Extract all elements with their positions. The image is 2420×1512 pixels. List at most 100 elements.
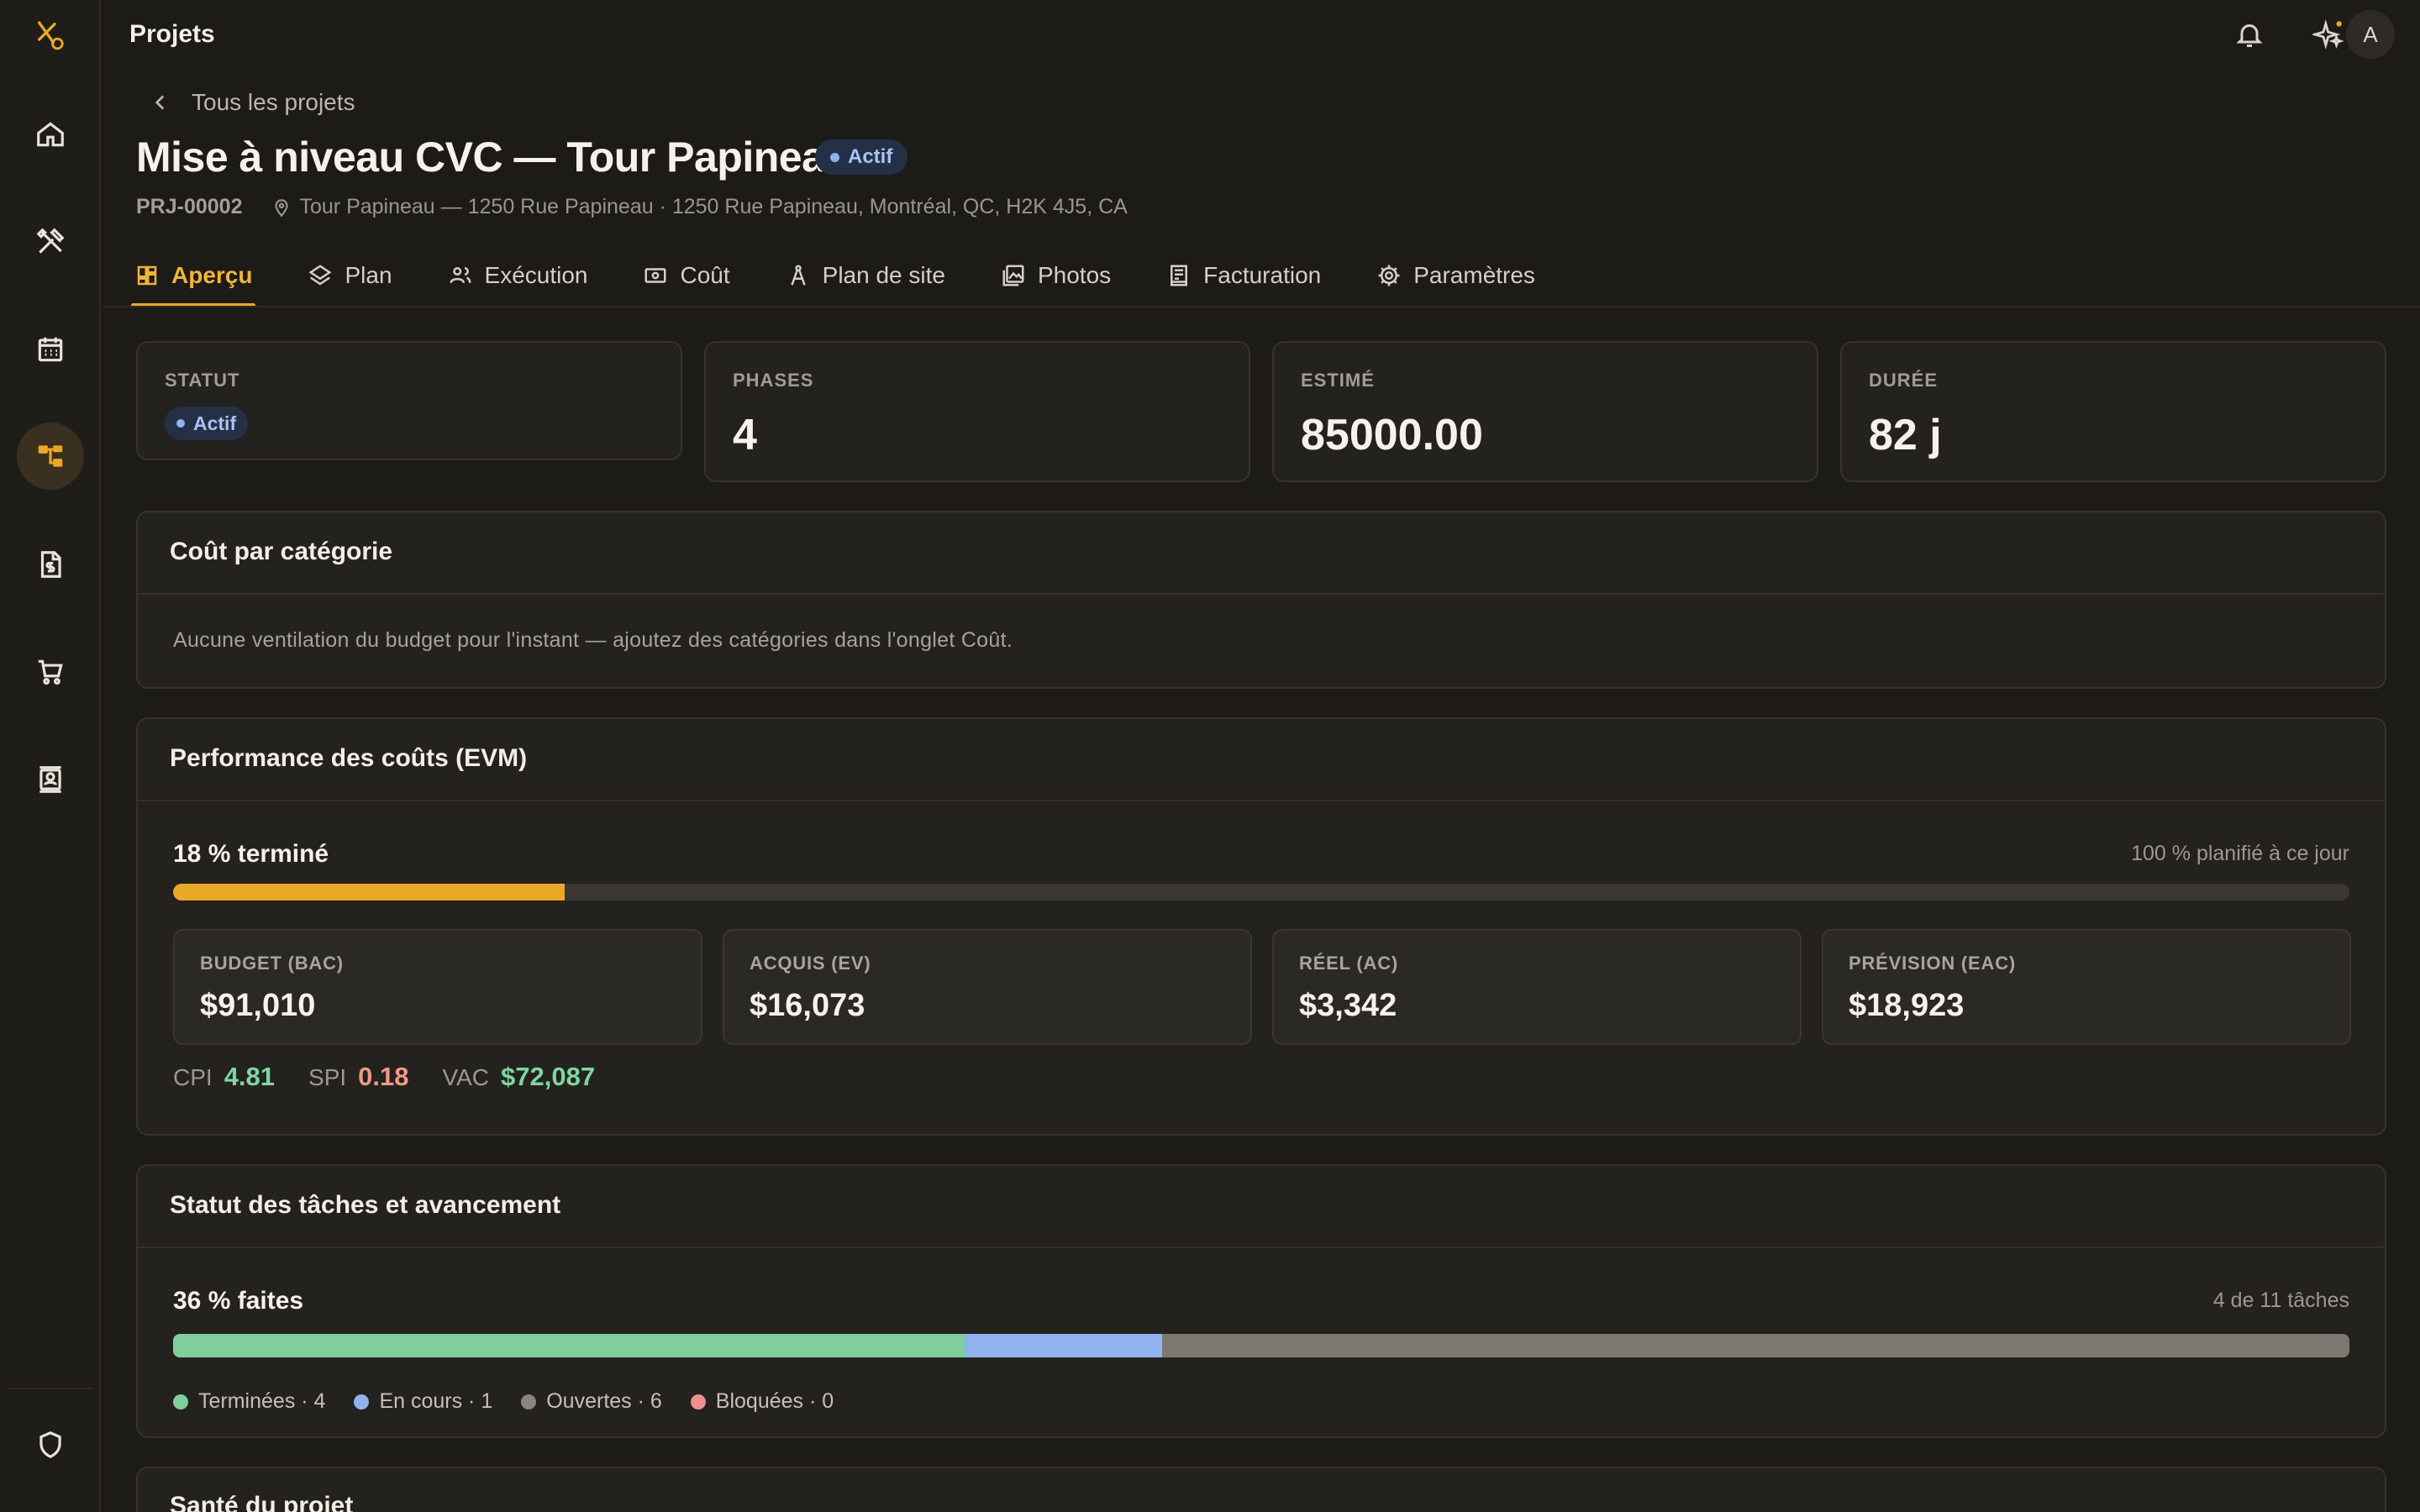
evm-prevision-card: PRÉVISION (EAC) $18,923 [1822,929,2351,1045]
evm-metric-label: ACQUIS (EV) [750,953,871,974]
app-logo-icon[interactable] [30,15,71,55]
tab-plan[interactable]: Plan [304,244,395,307]
tab-apercu[interactable]: Aperçu [131,244,256,307]
section-title: Statut des tâches et avancement [170,1191,561,1219]
tasks-progress-label: 36 % faites [173,1287,304,1315]
sidebar [0,0,101,1512]
empty-state-text: Aucune ventilation du budget pour l'inst… [173,628,1013,652]
user-avatar[interactable]: A [2346,10,2395,59]
tasks-count-label: 4 de 11 tâches [2212,1289,2349,1312]
notifications-button[interactable] [2228,13,2270,55]
task-status-card: Statut des tâches et avancement 36 % fai… [136,1164,2386,1438]
evm-budget-card: BUDGET (BAC) $91,010 [173,929,702,1045]
evm-metric-value: $91,010 [200,988,316,1023]
sidebar-item-contacts[interactable] [17,746,84,813]
kpi-cpi: CPI 4.81 [173,1062,275,1092]
evm-metric-label: BUDGET (BAC) [200,953,344,974]
tab-plan-de-site[interactable]: Plan de site [782,244,949,307]
photos-icon [1002,265,1024,286]
project-location: Tour Papineau — 1250 Rue Papineau · 1250… [299,195,1128,218]
kpi-value: 0.18 [358,1062,409,1091]
tab-facturation[interactable]: Facturation [1163,244,1324,307]
sidebar-item-purchases[interactable] [17,638,84,706]
shield-icon [39,1431,61,1459]
tab-photos[interactable]: Photos [997,244,1114,307]
status-dot [830,152,839,162]
stat-card-statut: STATUT Actif [136,341,682,460]
evm-card: Performance des coûts (EVM) 18 % terminé… [136,717,2386,1136]
section-title: Santé du projet [170,1492,354,1512]
stat-value: 82 j [1869,411,1942,459]
kpi-vac: VAC $72,087 [443,1062,596,1092]
invoice-dollar-icon [40,551,61,578]
cart-icon [38,659,63,685]
section-title: Coût par catégorie [170,538,393,565]
tab-label: Plan [345,262,392,288]
stat-value: 4 [733,411,757,459]
compass-icon [790,265,806,286]
project-tabs: Aperçu Plan Exécution Coût Plan de site … [131,244,1587,307]
sidebar-item-home[interactable] [17,101,84,168]
app-title: Projets [129,20,215,48]
tools-icon [36,228,65,254]
cost-category-card: Coût par catégorie Aucune ventilation du… [136,511,2386,689]
sidebar-item-calendar[interactable] [17,316,84,383]
sidebar-item-projects[interactable] [17,423,84,490]
legend-item-open: Ouvertes · 6 [521,1389,662,1414]
dashboard-icon [137,265,157,286]
kpi-label: SPI [308,1064,347,1090]
legend-swatch [354,1394,370,1410]
legend-item-in-progress: En cours · 1 [354,1389,492,1414]
section-divider [138,1247,2385,1248]
evm-metric-value: $3,342 [1299,988,1397,1023]
stat-card-duree: DURÉE 82 j [1840,341,2386,482]
kpi-label: CPI [173,1064,213,1090]
tasks-segment-in-progress [964,1334,1163,1357]
legend-label: Bloquées · 0 [715,1389,834,1413]
tab-label: Paramètres [1413,262,1535,288]
gear-icon [1378,265,1400,286]
legend-label: Ouvertes · 6 [546,1389,662,1413]
evm-metric-label: RÉEL (AC) [1299,953,1399,974]
sidebar-item-tools[interactable] [17,208,84,276]
tab-label: Exécution [484,262,588,288]
tab-parametres[interactable]: Paramètres [1373,244,1539,307]
project-meta: PRJ-00002 Tour Papineau — 1250 Rue Papin… [136,195,1128,219]
breadcrumb-back[interactable]: Tous les projets [150,89,355,116]
stat-card-estime: ESTIMÉ 85000.00 [1272,341,1818,482]
project-health-card: Santé du projet [136,1467,2386,1512]
section-divider [138,800,2385,801]
layers-icon [308,265,332,286]
location-pin-icon [275,198,289,217]
stat-label: PHASES [733,370,814,391]
bell-icon [2236,24,2263,47]
people-icon [450,267,471,284]
tab-execution[interactable]: Exécution [445,244,592,307]
evm-metric-value: $16,073 [750,988,865,1023]
sidebar-item-security[interactable] [17,1411,84,1478]
tab-label: Facturation [1203,262,1322,288]
tab-cout[interactable]: Coût [639,244,733,307]
legend-item-done: Terminées · 4 [173,1389,325,1414]
legend-swatch [521,1394,537,1410]
status-badge: Actif [815,139,908,175]
status-badge: Actif [165,407,249,440]
ai-assistant-button[interactable] [2307,13,2349,55]
chevron-left-icon [155,95,165,110]
stat-card-phases: PHASES 4 [704,341,1250,482]
evm-reel-card: RÉEL (AC) $3,342 [1272,929,1802,1045]
section-title: Performance des coûts (EVM) [170,744,528,772]
tab-label: Coût [680,262,730,288]
sparkles-icon [2312,19,2344,50]
sidebar-item-invoices[interactable] [17,531,84,598]
tasks-progress-bar [173,1334,2349,1357]
tab-label: Plan de site [822,262,945,288]
stat-label: ESTIMÉ [1301,370,1375,391]
tasks-segment-done [173,1334,965,1357]
evm-acquis-card: ACQUIS (EV) $16,073 [723,929,1252,1045]
tabs-divider [103,306,2420,307]
stat-label: DURÉE [1869,370,1939,391]
tasks-legend: Terminées · 4 En cours · 1 Ouvertes · 6 … [173,1389,834,1414]
sidebar-divider [8,1388,92,1389]
status-badge-label: Actif [848,145,893,168]
